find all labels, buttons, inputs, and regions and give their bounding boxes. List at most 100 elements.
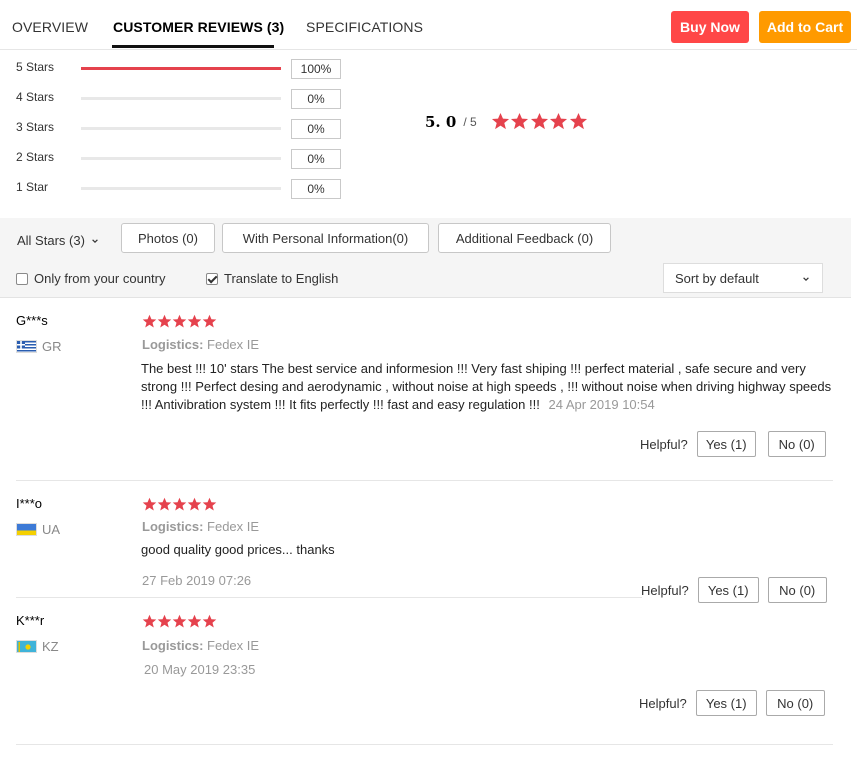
helpful-yes-button[interactable]: Yes (1)	[695, 690, 757, 716]
only-country-label: Only from your country	[34, 271, 166, 286]
translate-checkbox[interactable]	[206, 272, 218, 285]
logistics-label: Logistics:	[142, 337, 204, 352]
review-divider	[16, 744, 833, 745]
country-code: KZ	[42, 639, 59, 654]
review-logistics: Logistics: Fedex IE	[142, 337, 259, 352]
histogram-label: 3 Stars	[16, 120, 55, 134]
histogram-track	[81, 187, 281, 190]
active-tab-indicator	[112, 45, 274, 48]
review-user: I***o	[16, 496, 43, 511]
histogram-label: 4 Stars	[16, 90, 55, 104]
product-tabs-bar: OVERVIEW CUSTOMER REVIEWS (3) SPECIFICAT…	[0, 0, 857, 50]
average-value: 5. 0	[425, 112, 457, 131]
star-icon	[172, 497, 187, 512]
star-icon	[202, 614, 217, 629]
helpful-label: Helpful?	[639, 695, 687, 711]
review-filter-bar: All Stars (3) Photos (0) With Personal I…	[0, 218, 851, 298]
chevron-down-icon	[91, 237, 99, 245]
star-icon	[157, 497, 172, 512]
country-code: GR	[42, 339, 62, 354]
average-stars	[491, 112, 589, 131]
star-icon	[142, 614, 157, 629]
histogram-track	[81, 157, 281, 160]
histogram-percent: 0%	[291, 119, 341, 139]
review-stars	[142, 314, 217, 329]
star-icon	[202, 314, 217, 329]
all-stars-dropdown[interactable]: All Stars (3)	[17, 233, 99, 248]
average-rating: 5. 0 / 5	[425, 112, 588, 131]
buy-now-button[interactable]: Buy Now	[671, 11, 749, 43]
review-text-block: The best !!! 10' stars The best service …	[141, 360, 841, 414]
tab-overview[interactable]: OVERVIEW	[12, 19, 88, 35]
helpful-votes: Helpful? Yes (1) No (0)	[639, 690, 825, 716]
review-text: good quality good prices... thanks	[141, 542, 335, 557]
review-divider	[16, 480, 833, 481]
logistics-value: Fedex IE	[207, 337, 260, 352]
histogram-label: 2 Stars	[16, 150, 55, 164]
country-code: UA	[42, 522, 61, 537]
star-icon	[142, 497, 157, 512]
histogram-label: 1 Star	[16, 180, 49, 194]
review-date: 24 Apr 2019 10:54	[548, 397, 655, 412]
personal-info-filter-button[interactable]: With Personal Information(0)	[222, 223, 429, 253]
logistics-value: Fedex IE	[207, 638, 260, 653]
review-stars	[142, 497, 217, 512]
histogram-track	[81, 67, 281, 70]
review-date: 27 Feb 2019 07:26	[142, 573, 252, 588]
histogram-percent: 0%	[291, 179, 341, 199]
review-logistics: Logistics: Fedex IE	[142, 638, 259, 653]
chevron-down-icon	[802, 275, 810, 283]
helpful-yes-button[interactable]: Yes (1)	[697, 577, 759, 603]
histogram-fill	[81, 67, 281, 70]
helpful-votes: Helpful? Yes (1) No (0)	[641, 577, 827, 603]
star-icon	[549, 112, 568, 131]
star-icon	[157, 614, 172, 629]
tab-customer-reviews[interactable]: CUSTOMER REVIEWS (3)	[113, 19, 284, 35]
helpful-yes-button[interactable]: Yes (1)	[696, 431, 756, 457]
photos-filter-button[interactable]: Photos (0)	[121, 223, 215, 253]
review-divider	[16, 597, 642, 598]
add-to-cart-button[interactable]: Add to Cart	[759, 11, 851, 43]
helpful-label: Helpful?	[640, 436, 688, 452]
all-stars-label: All Stars (3)	[17, 233, 85, 248]
translate-label: Translate to English	[224, 271, 339, 286]
histogram-percent: 100%	[291, 59, 341, 79]
helpful-no-button[interactable]: No (0)	[767, 577, 827, 603]
star-icon	[510, 112, 529, 131]
helpful-label: Helpful?	[641, 582, 689, 598]
review-country: GR	[16, 339, 62, 354]
star-icon	[530, 112, 549, 131]
translate-checkbox-row[interactable]: Translate to English	[206, 271, 338, 286]
star-icon	[187, 614, 202, 629]
histogram-track	[81, 97, 281, 100]
star-icon	[142, 314, 157, 329]
review-country: UA	[16, 522, 60, 537]
logistics-label: Logistics:	[142, 519, 204, 534]
review-logistics: Logistics: Fedex IE	[142, 519, 259, 534]
review-date: 20 May 2019 23:35	[144, 662, 256, 677]
review-user: G***s	[16, 313, 48, 328]
helpful-votes: Helpful? Yes (1) No (0)	[640, 431, 826, 457]
review-country: KZ	[16, 639, 59, 654]
star-icon	[172, 314, 187, 329]
histogram-track	[81, 127, 281, 130]
logistics-label: Logistics:	[142, 638, 204, 653]
sort-select-value: Sort by default	[675, 270, 759, 286]
histogram-percent: 0%	[291, 89, 341, 109]
star-icon	[157, 314, 172, 329]
helpful-no-button[interactable]: No (0)	[767, 431, 826, 457]
helpful-no-button[interactable]: No (0)	[765, 690, 825, 716]
sort-select[interactable]: Sort by default	[663, 263, 823, 293]
star-icon	[491, 112, 510, 131]
star-icon	[187, 497, 202, 512]
only-country-checkbox-row[interactable]: Only from your country	[16, 271, 166, 286]
star-icon	[172, 614, 187, 629]
histogram-percent: 0%	[291, 149, 341, 169]
only-country-checkbox[interactable]	[16, 272, 28, 285]
additional-feedback-filter-button[interactable]: Additional Feedback (0)	[438, 223, 611, 253]
kazakhstan-flag-icon	[16, 640, 37, 653]
star-icon	[202, 497, 217, 512]
star-icon	[187, 314, 202, 329]
tab-specifications[interactable]: SPECIFICATIONS	[306, 19, 423, 35]
review-stars	[142, 614, 217, 629]
